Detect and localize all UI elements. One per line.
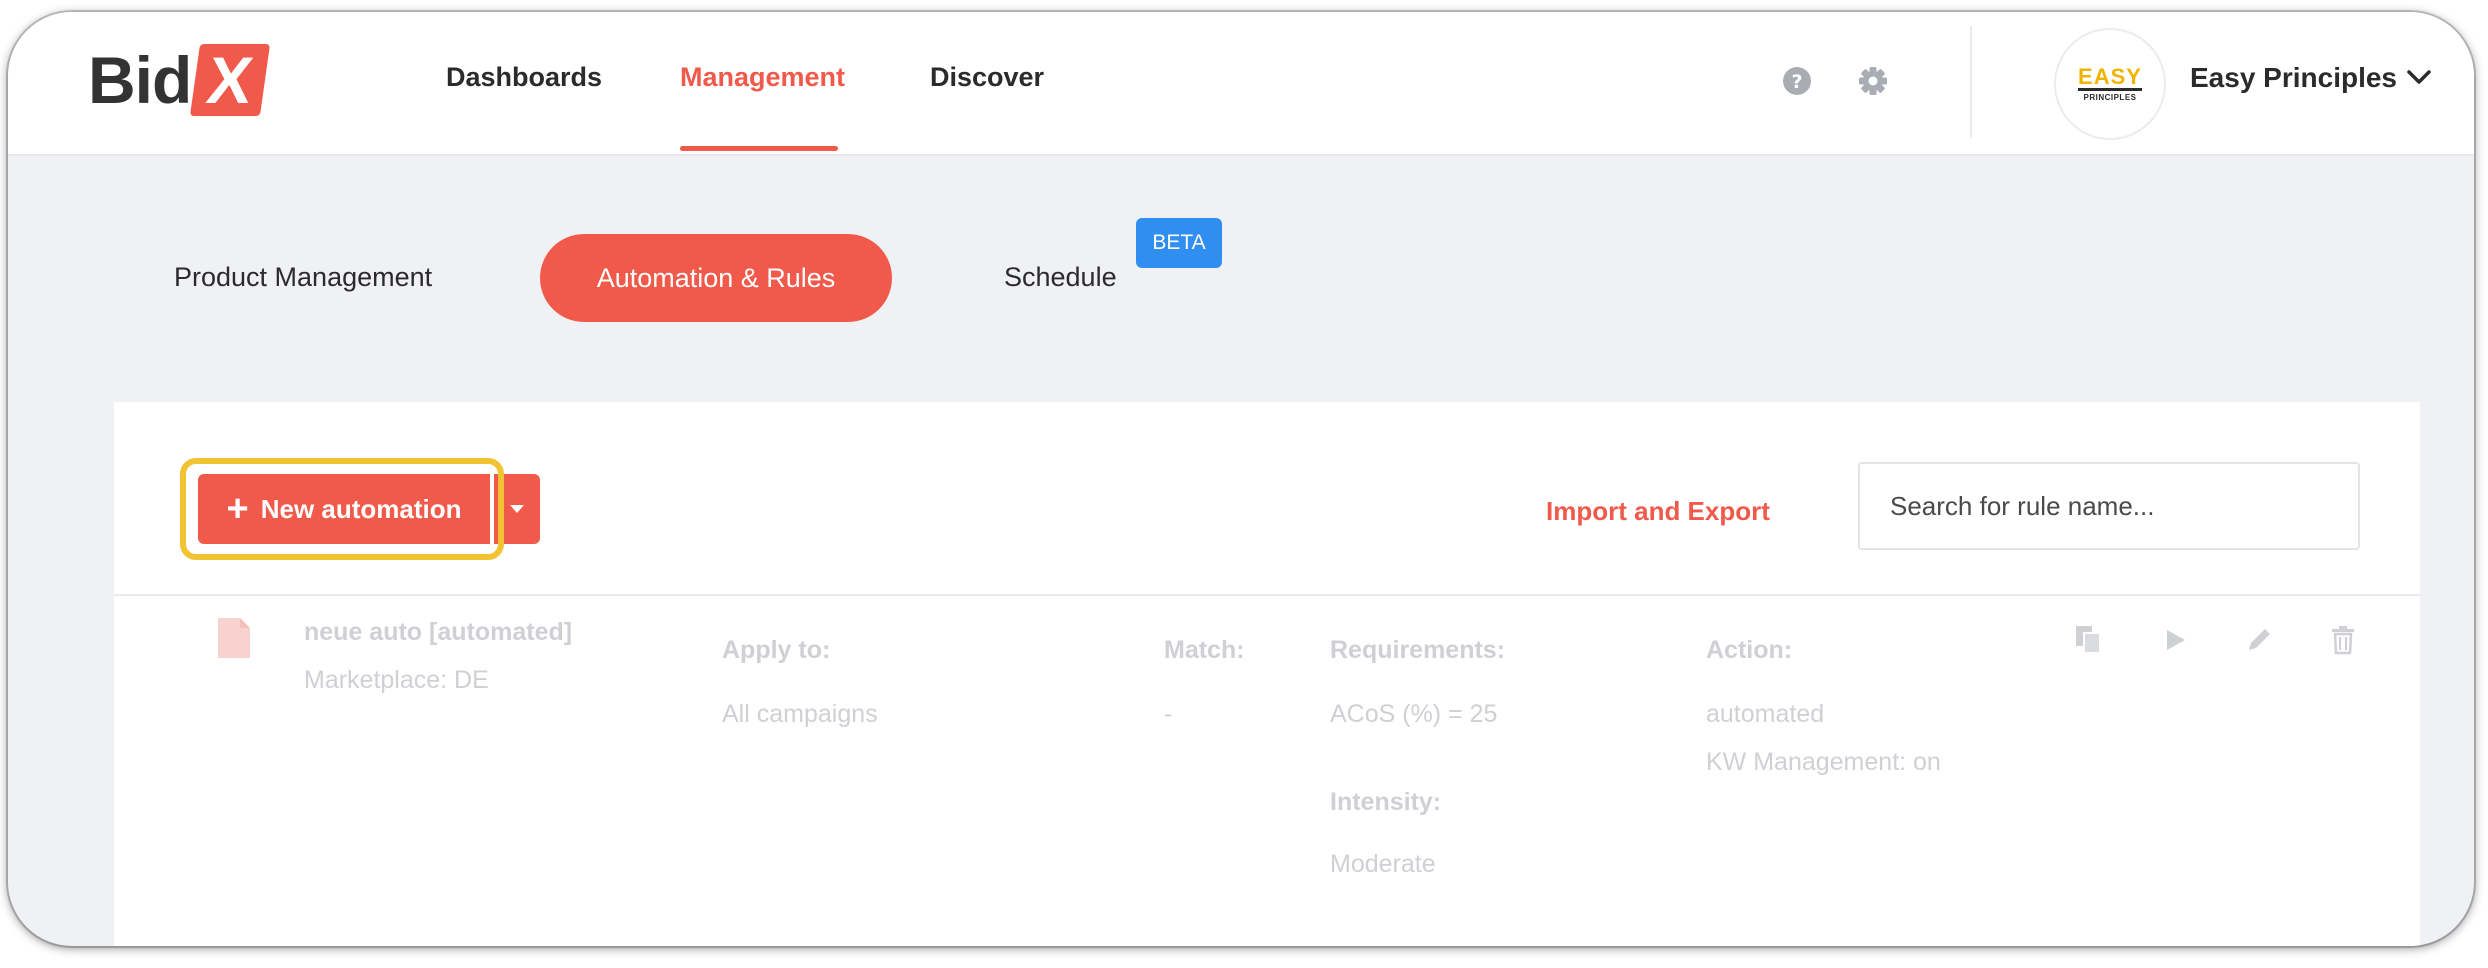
chevron-down-icon[interactable]: [2406, 68, 2432, 86]
account-avatar[interactable]: EASY PRINCIPLES: [2054, 28, 2166, 140]
apply-to-value: All campaigns: [722, 700, 878, 728]
intensity-label: Intensity:: [1330, 788, 1442, 816]
rule-search-input[interactable]: [1858, 462, 2360, 550]
pencil-icon[interactable]: [2244, 624, 2274, 656]
nav-active-indicator: [680, 146, 838, 151]
nav-dashboards[interactable]: Dashboards: [446, 62, 602, 93]
logo-text: Bid: [88, 43, 192, 117]
account-name[interactable]: Easy Principles: [2190, 62, 2397, 94]
gear-icon[interactable]: [1858, 66, 1888, 96]
action-value: automated: [1706, 700, 1825, 728]
bidx-logo[interactable]: Bid X: [88, 40, 271, 120]
play-icon[interactable]: [2160, 624, 2190, 656]
help-icon[interactable]: ?: [1782, 66, 1812, 96]
intensity-value: Moderate: [1330, 850, 1436, 878]
action-detail: KW Management: on: [1706, 748, 1941, 776]
highlight-box: [180, 458, 504, 560]
match-label: Match:: [1164, 636, 1245, 664]
nav-discover[interactable]: Discover: [930, 62, 1044, 93]
requirements-label: Requirements:: [1330, 636, 1506, 664]
copy-icon[interactable]: [2074, 624, 2104, 656]
apply-to-label: Apply to:: [722, 636, 831, 664]
requirements-value: ACoS (%) = 25: [1330, 700, 1498, 728]
header-divider: [1970, 26, 1972, 138]
top-header: Bid X Dashboards Management Discover ? E…: [8, 12, 2474, 156]
beta-badge: BETA: [1136, 218, 1222, 268]
subnav-automation-rules[interactable]: Automation & Rules: [540, 234, 892, 322]
match-value: -: [1164, 700, 1173, 728]
beta-badge-label: BETA: [1152, 231, 1206, 254]
svg-text:?: ?: [1791, 71, 1802, 93]
avatar-logo-top: EASY: [2078, 64, 2142, 91]
subnav-product-management[interactable]: Product Management: [174, 262, 432, 293]
rule-name: neue auto [automated]: [304, 618, 573, 646]
trash-icon[interactable]: [2328, 624, 2358, 656]
nav-management[interactable]: Management: [680, 62, 845, 93]
app-window: Bid X Dashboards Management Discover ? E…: [8, 12, 2474, 946]
action-label: Action:: [1706, 636, 1793, 664]
automation-panel: + New automation Import and Export neue …: [114, 402, 2420, 946]
rule-row[interactable]: neue auto [automated] Marketplace: DE Ap…: [114, 596, 2420, 946]
rule-marketplace: Marketplace: DE: [304, 666, 489, 694]
file-icon: [218, 618, 250, 658]
subnav-schedule[interactable]: Schedule: [1004, 262, 1117, 293]
import-export-link[interactable]: Import and Export: [1546, 496, 1770, 527]
caret-down-icon: [510, 505, 524, 513]
subnav-automation-rules-label: Automation & Rules: [596, 262, 836, 293]
avatar-logo-bottom: PRINCIPLES: [2083, 93, 2137, 102]
logo-x-mark: X: [190, 43, 271, 117]
